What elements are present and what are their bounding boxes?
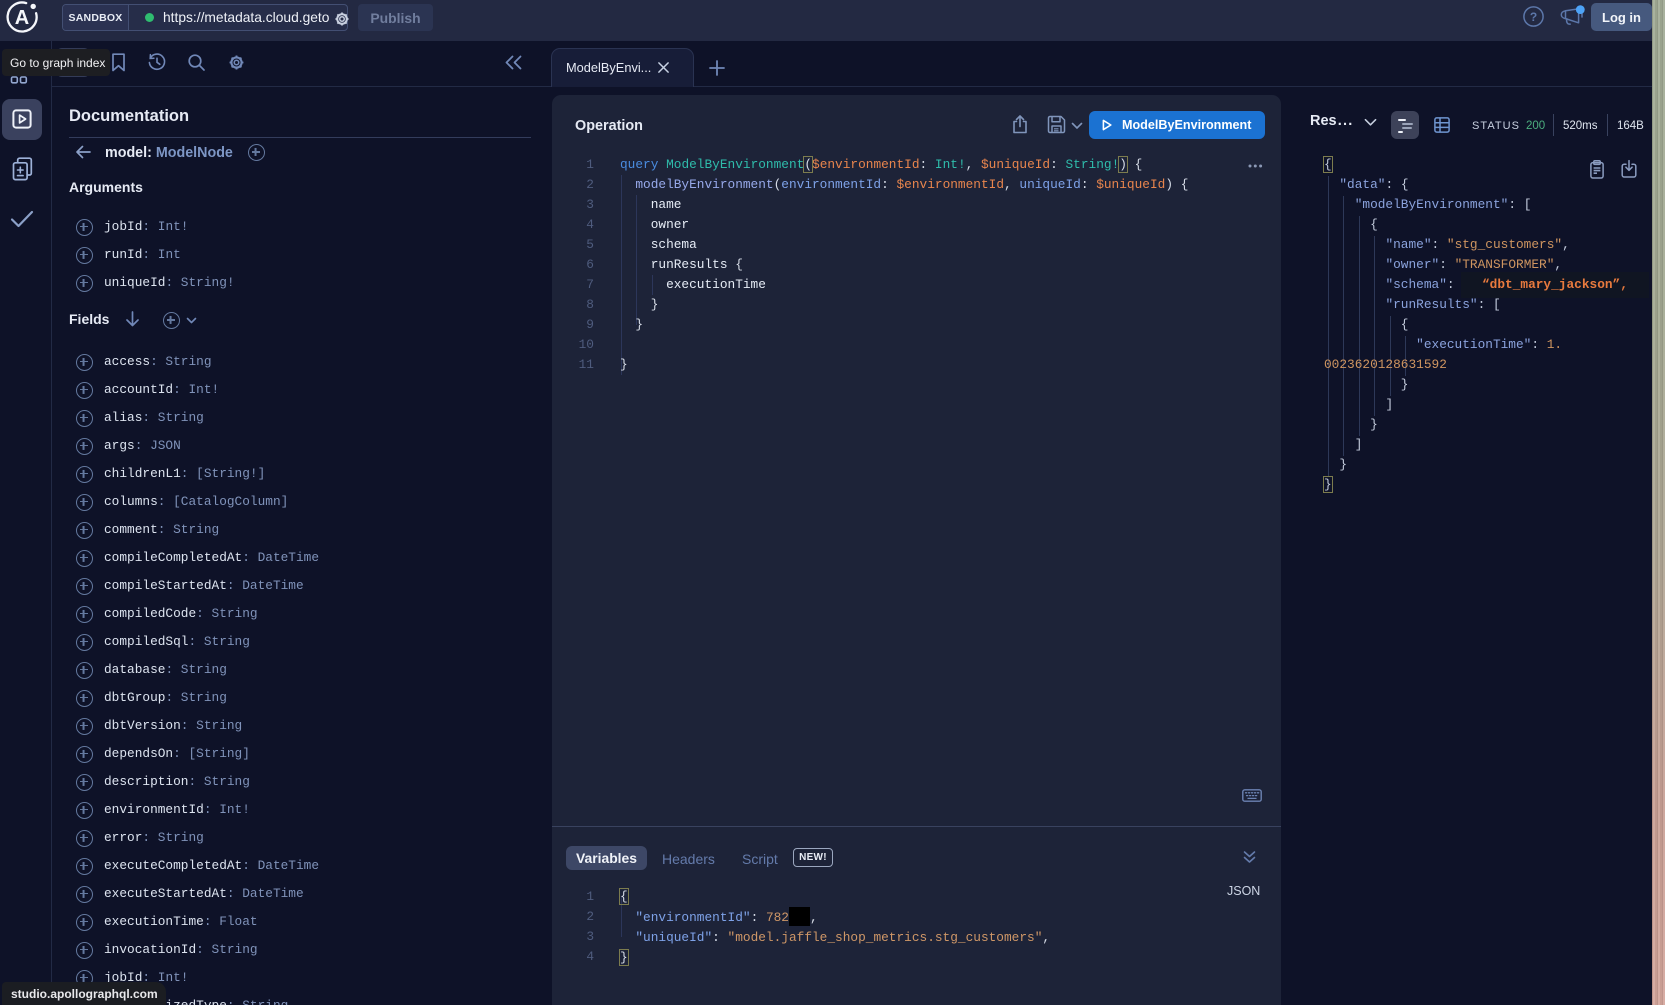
svg-text:?: ? xyxy=(1530,10,1537,24)
svg-text:A: A xyxy=(15,7,29,29)
